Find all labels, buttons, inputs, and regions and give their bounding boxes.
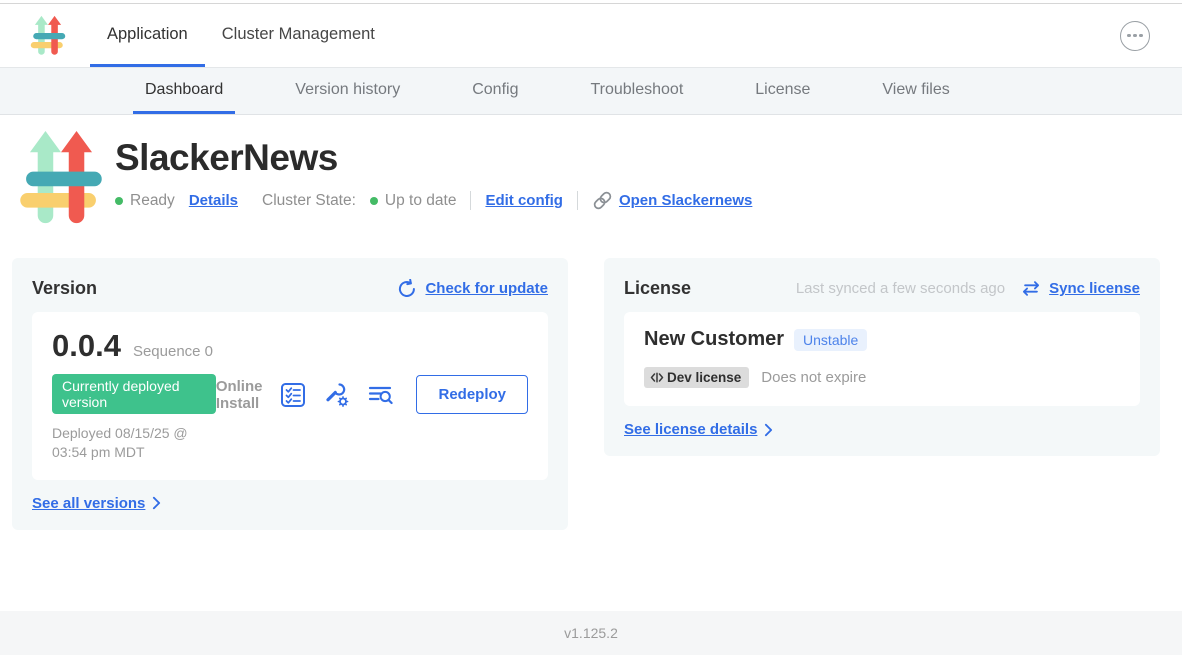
subtab-view-files[interactable]: View files xyxy=(870,68,961,114)
tab-application-label: Application xyxy=(107,25,188,44)
edit-config-icon[interactable] xyxy=(324,382,350,408)
chain-link-icon xyxy=(592,191,613,210)
app-logo-large-icon xyxy=(20,129,102,226)
preflight-checks-icon[interactable] xyxy=(280,382,306,408)
subtab-dashboard-label: Dashboard xyxy=(145,81,223,99)
last-synced-text: Last synced a few seconds ago xyxy=(796,280,1005,297)
version-card-title: Version xyxy=(32,278,97,299)
install-type-line1: Online xyxy=(216,378,263,395)
subtab-config[interactable]: Config xyxy=(460,68,530,114)
version-info: 0.0.4 Sequence 0 Currently deployed vers… xyxy=(52,328,216,462)
cluster-state-dot xyxy=(370,197,378,205)
console-version: v1.125.2 xyxy=(564,625,618,641)
customer-name: New Customer xyxy=(644,328,784,351)
app-status-text: Ready xyxy=(130,192,175,210)
primary-nav: Application Cluster Management xyxy=(90,4,392,67)
chevron-right-icon xyxy=(152,496,161,510)
code-icon xyxy=(650,371,664,384)
app-header: Application Cluster Management xyxy=(0,4,1182,67)
deploy-logs-icon[interactable] xyxy=(368,382,394,407)
app-logo-small xyxy=(30,4,66,67)
subtab-config-label: Config xyxy=(472,81,518,99)
see-all-versions-link[interactable]: See all versions xyxy=(32,495,145,512)
currently-deployed-badge: Currently deployed version xyxy=(52,374,216,414)
ellipsis-icon xyxy=(1139,34,1143,38)
license-panel: New Customer Unstable Dev license xyxy=(624,312,1140,406)
install-type-label: Online Install xyxy=(216,378,263,413)
console-footer: v1.125.2 xyxy=(0,611,1182,655)
subtab-license-label: License xyxy=(755,81,810,99)
channel-badge: Unstable xyxy=(794,329,867,351)
app-hero: SlackerNews Ready Details Cluster State:… xyxy=(0,115,1182,258)
see-license-details-link[interactable]: See license details xyxy=(624,421,757,438)
redeploy-button[interactable]: Redeploy xyxy=(416,375,528,414)
subtab-troubleshoot-label: Troubleshoot xyxy=(590,81,683,99)
app-title: SlackerNews xyxy=(115,137,752,179)
app-status-row: Ready Details Cluster State: Up to date … xyxy=(115,191,752,210)
chevron-right-icon xyxy=(764,423,773,437)
tab-application[interactable]: Application xyxy=(90,4,205,67)
subtab-dashboard[interactable]: Dashboard xyxy=(133,68,235,114)
cluster-state-text: Up to date xyxy=(385,192,457,210)
version-actions: Online Install xyxy=(216,375,528,414)
divider xyxy=(470,191,471,210)
admin-console-page: Application Cluster Management Dashboard… xyxy=(0,0,1182,655)
license-expiration: Does not expire xyxy=(761,369,866,386)
ellipsis-icon xyxy=(1127,34,1131,38)
subtab-troubleshoot[interactable]: Troubleshoot xyxy=(578,68,695,114)
subtab-version-history-label: Version history xyxy=(295,81,400,99)
details-link[interactable]: Details xyxy=(189,192,238,209)
deployed-timestamp: Deployed 08/15/25 @ 03:54 pm MDT xyxy=(52,424,216,462)
sync-icon xyxy=(1021,280,1041,297)
ellipsis-icon xyxy=(1133,34,1137,38)
dev-license-badge: Dev license xyxy=(644,367,749,388)
dashboard-cards: Version Check for update 0.0.4 Seque xyxy=(0,258,1182,530)
license-card: License Last synced a few seconds ago Sy… xyxy=(604,258,1160,456)
tab-cluster-management-label: Cluster Management xyxy=(222,25,375,44)
edit-config-link[interactable]: Edit config xyxy=(485,192,563,209)
sync-license-link[interactable]: Sync license xyxy=(1049,280,1140,297)
dev-license-badge-label: Dev license xyxy=(667,370,741,385)
license-card-title: License xyxy=(624,278,691,299)
open-app-link[interactable]: Open Slackernews xyxy=(619,192,752,209)
subtab-version-history[interactable]: Version history xyxy=(283,68,412,114)
install-type-line2: Install xyxy=(216,395,263,412)
check-for-update-link[interactable]: Check for update xyxy=(425,280,548,297)
app-subnav: Dashboard Version history Config Trouble… xyxy=(0,67,1182,115)
more-menu-button[interactable] xyxy=(1120,21,1150,51)
subtab-view-files-label: View files xyxy=(882,81,949,99)
version-number: 0.0.4 xyxy=(52,328,121,364)
app-logo-icon xyxy=(30,15,66,56)
refresh-icon xyxy=(397,279,417,299)
divider xyxy=(577,191,578,210)
version-sequence: Sequence 0 xyxy=(133,343,213,360)
cluster-state-label: Cluster State: xyxy=(262,192,356,210)
subtab-license[interactable]: License xyxy=(743,68,822,114)
version-card: Version Check for update 0.0.4 Seque xyxy=(12,258,568,530)
tab-cluster-management[interactable]: Cluster Management xyxy=(205,4,392,67)
app-status-dot xyxy=(115,197,123,205)
current-version-panel: 0.0.4 Sequence 0 Currently deployed vers… xyxy=(32,312,548,480)
